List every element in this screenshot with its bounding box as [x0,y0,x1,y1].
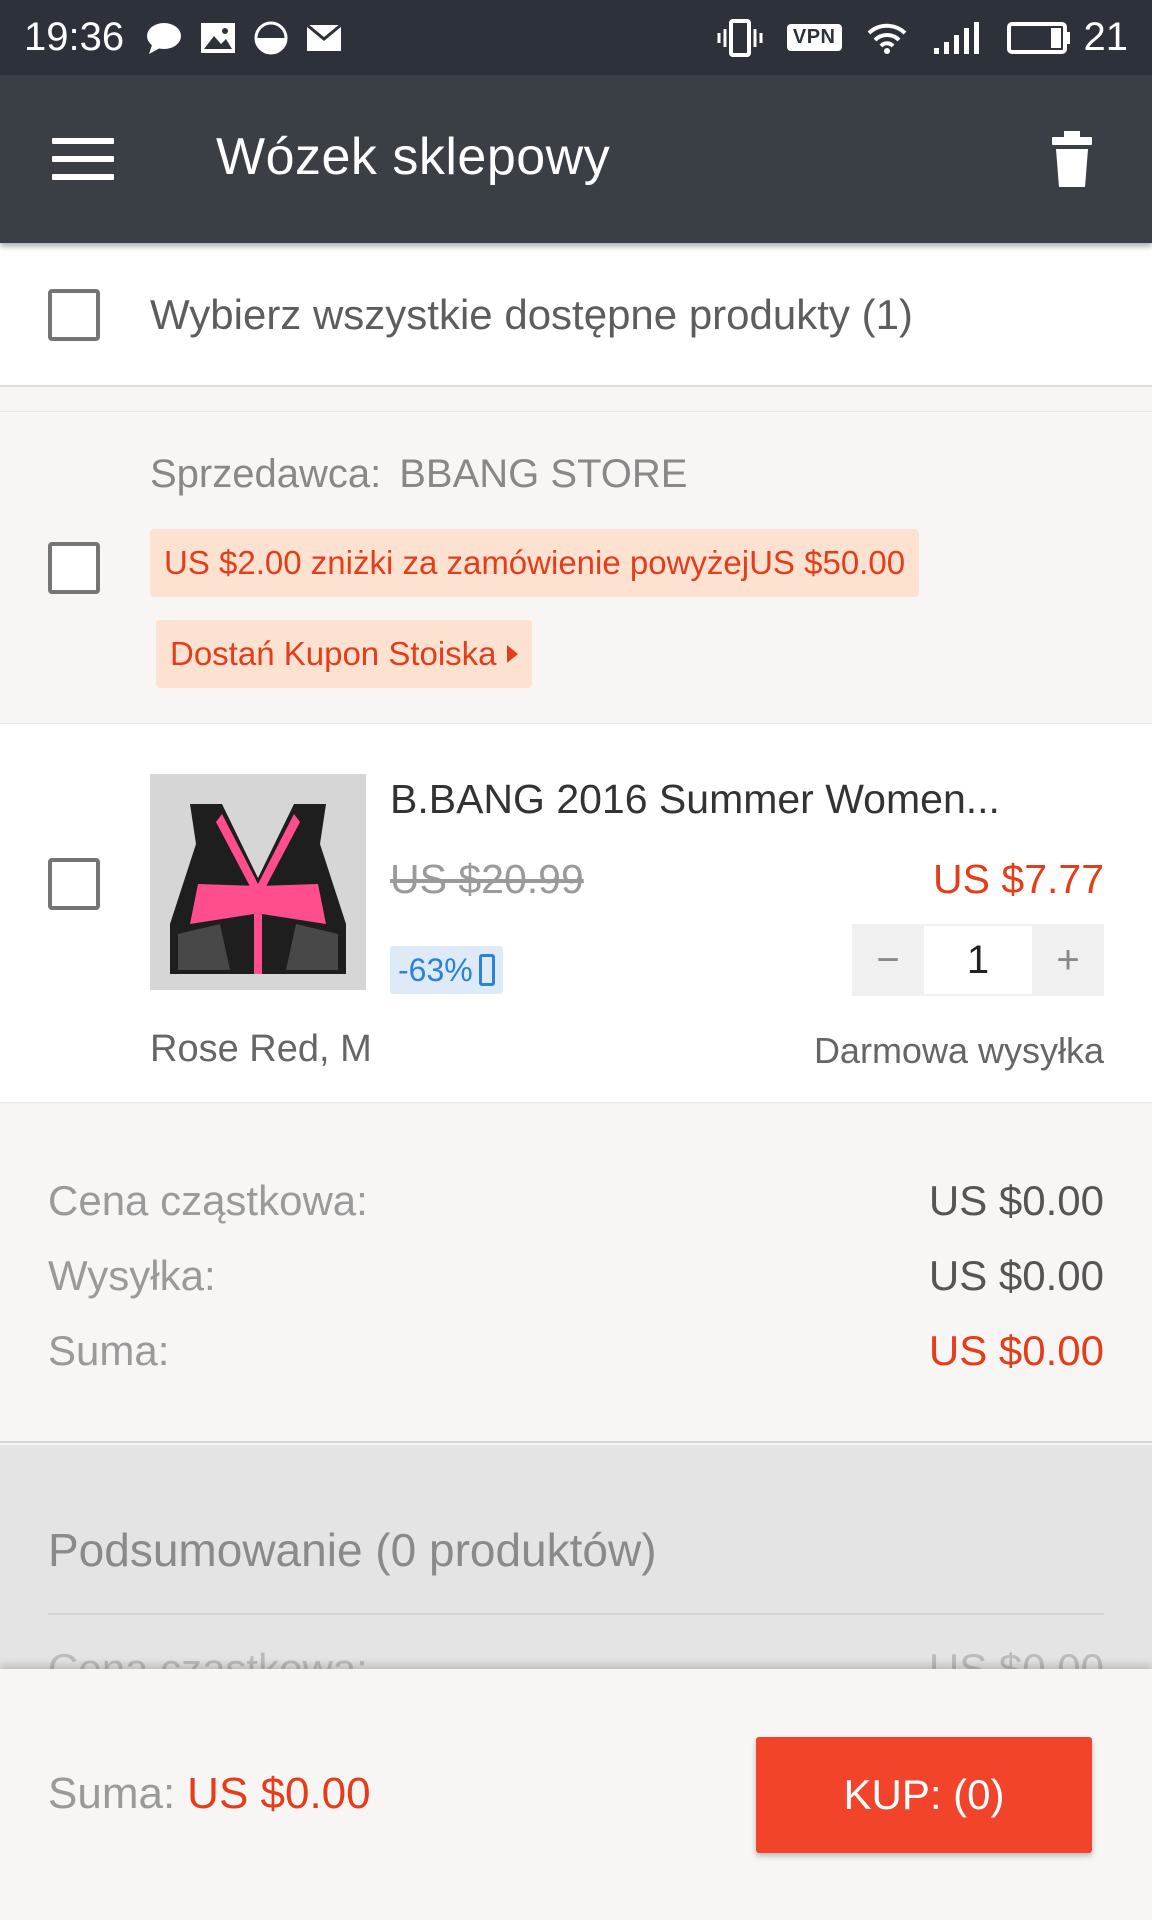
shipping-label: Wysyłka: [48,1252,216,1299]
shipping-info: Darmowa wysyłka [813,1030,1104,1071]
discount-value: -63% [398,951,473,988]
menu-icon[interactable] [52,138,114,180]
signal-icon [932,20,982,56]
select-all-row[interactable]: Wybierz wszystkie dostępne produkty (1) [0,243,1152,387]
bottom-total: Suma: US $0.00 [48,1769,371,1819]
store-coupon-label: Dostań Kupon Stoiska [170,635,497,672]
mobile-phone-icon [478,954,495,986]
vibrate-icon [717,18,763,57]
sum-value: US $0.00 [928,1327,1104,1374]
order-totals: Cena cząstkowa: US $0.00 Wysyłka: US $0.… [0,1103,1152,1443]
item-checkbox[interactable] [48,858,100,910]
seller-name[interactable]: BBANG STORE [399,452,687,496]
wifi-icon [866,22,908,54]
mail-icon [306,23,343,52]
sum-label: Suma: [48,1327,170,1374]
sale-price: US $7.77 [933,856,1104,902]
product-title[interactable]: B.BANG 2016 Summer Women... [390,776,1000,823]
cart-item[interactable]: B.BANG 2016 Summer Women... US $20.99 US… [0,724,1152,1103]
image-icon [200,22,236,54]
select-all-label: Wybierz wszystkie dostępne produkty (1) [150,291,913,338]
bottom-sum-value: US $0.00 [187,1769,371,1818]
product-variant: Rose Red, M [150,1028,372,1070]
seller-checkbox[interactable] [48,542,100,594]
arrow-right-icon [506,645,518,663]
summary-title: Podsumowanie (0 produktów) [48,1524,657,1576]
select-all-checkbox[interactable] [48,289,100,341]
decrease-quantity-button[interactable]: − [852,924,924,996]
battery-level: 21 [1083,15,1129,59]
promo-tag: US $2.00 zniżki za zamówienie powyżejUS … [150,529,920,597]
subtotal-row: Cena cząstkowa: US $0.00 [48,1177,1104,1237]
divider [48,1613,1104,1615]
subtotal-label: Cena cząstkowa: [48,1177,368,1224]
seller-info: Sprzedawca: BBANG STORE [150,452,687,497]
increase-quantity-button[interactable]: + [1032,924,1104,996]
checkout-bar: Suma: US $0.00 KUP: (0) [0,1669,1152,1920]
buy-button[interactable]: KUP: (0) [756,1737,1092,1853]
battery-icon [1006,21,1072,55]
chat-icon [146,21,182,55]
subtotal-value: US $0.00 [928,1177,1104,1224]
product-image[interactable] [150,774,366,990]
quantity-value[interactable]: 1 [924,924,1032,996]
data-saver-icon [254,21,288,55]
seller-label: Sprzedawca: [150,452,382,496]
seller-section: Sprzedawca: BBANG STORE US $2.00 zniżki z… [0,411,1152,724]
status-bar: 19:36 VPN 21 [0,0,1152,75]
bottom-sum-label: Suma: [48,1769,176,1818]
shipping-value: US $0.00 [928,1252,1104,1299]
page-title: Wózek sklepowy [216,128,611,186]
status-right-icons: VPN 21 [693,15,1128,60]
summary-section: Podsumowanie (0 produktów) Cena cząstkow… [0,1445,1152,1685]
original-price: US $20.99 [390,856,584,902]
trash-icon[interactable] [1040,127,1104,191]
sum-row: Suma: US $0.00 [48,1327,1104,1387]
shipping-row: Wysyłka: US $0.00 [48,1252,1104,1312]
status-time: 19:36 [24,15,125,59]
vpn-icon: VPN [786,24,842,51]
store-coupon-button[interactable]: Dostań Kupon Stoiska [156,620,532,688]
app-bar: Wózek sklepowy [0,75,1152,243]
quantity-stepper: − 1 + [852,924,1104,996]
discount-badge: -63% [390,946,503,994]
